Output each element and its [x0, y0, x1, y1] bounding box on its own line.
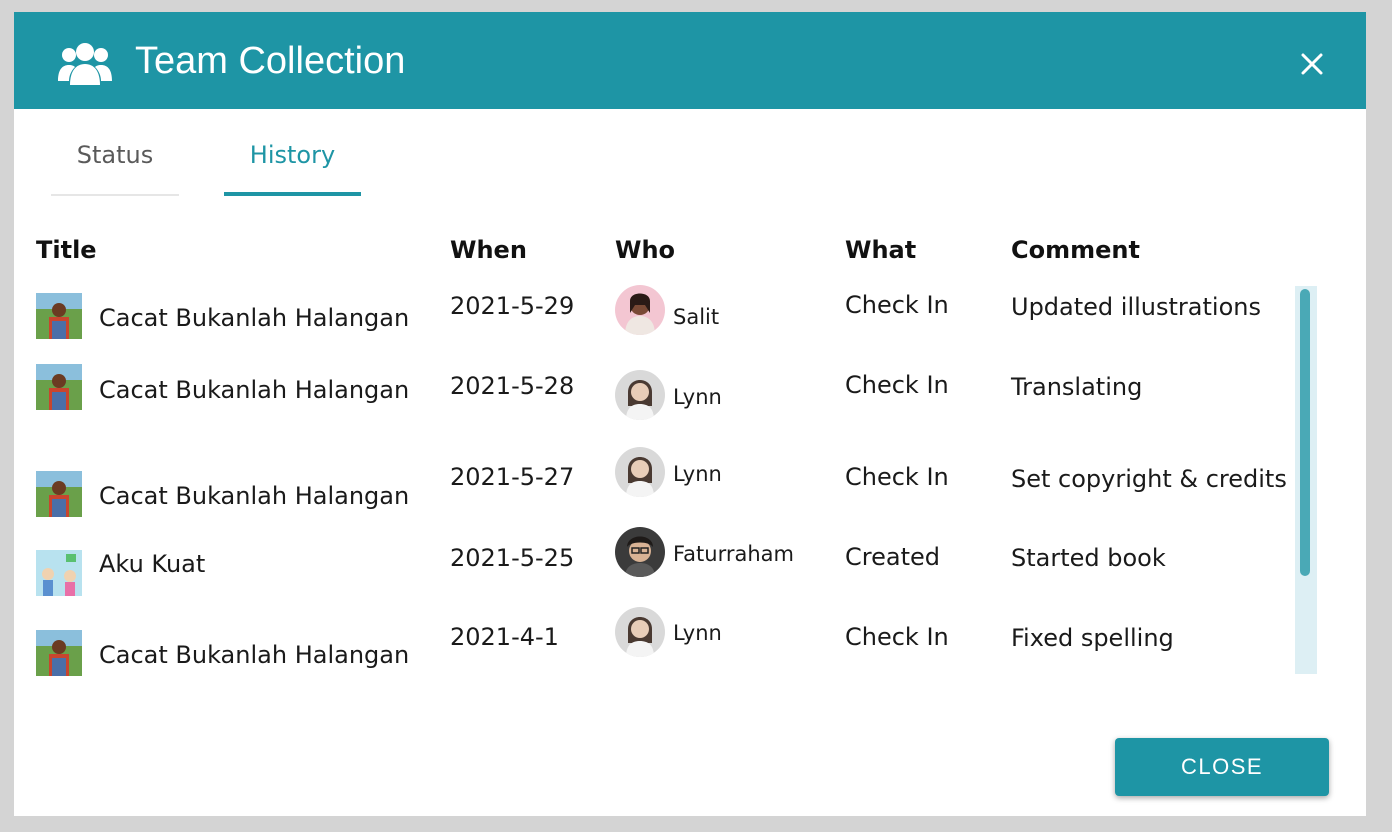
column-header-comment: Comment [1011, 236, 1140, 264]
book-thumbnail [36, 630, 82, 676]
column-header-who: Who [615, 236, 676, 264]
book-thumbnail [36, 550, 82, 596]
column-header-what: What [845, 236, 917, 264]
column-header-title: Title [36, 236, 97, 264]
row-who: Lynn [673, 462, 722, 486]
tab-status[interactable]: Status [51, 132, 179, 196]
avatar [615, 285, 665, 335]
table-row: Cacat Bukanlah Halangan 2021-5-28 Lynn C… [14, 362, 1304, 432]
avatar [615, 370, 665, 420]
row-who: Salit [673, 305, 720, 329]
table-row: Cacat Bukanlah Halangan 2021-5-27 Lynn C… [14, 442, 1304, 517]
row-when: 2021-5-25 [450, 544, 575, 572]
tab-status-label: Status [76, 141, 154, 169]
row-comment: Translating [1011, 373, 1143, 401]
row-title: Cacat Bukanlah Halangan [99, 641, 410, 669]
avatar [615, 447, 665, 497]
row-what: Check In [845, 623, 949, 651]
dialog-title: Team Collection [135, 40, 406, 82]
avatar [615, 527, 665, 577]
row-title: Aku Kuat [99, 550, 206, 578]
row-what: Created [845, 543, 940, 571]
tab-history-label: History [249, 141, 336, 169]
book-thumbnail [36, 364, 82, 410]
row-what: Check In [845, 463, 949, 491]
close-button-label: CLOSE [1180, 754, 1264, 779]
row-who: Lynn [673, 385, 722, 409]
column-header-when: When [450, 236, 527, 264]
row-what: Check In [845, 291, 949, 319]
row-comment: Set copyright & credits [1011, 465, 1287, 493]
row-what: Check In [845, 371, 949, 399]
row-comment: Fixed spelling [1011, 624, 1174, 652]
row-when: 2021-5-28 [450, 372, 575, 400]
row-comment: Started book [1011, 544, 1166, 572]
table-row: Cacat Bukanlah Halangan 2021-4-1 Lynn Ch… [14, 607, 1304, 677]
tab-history[interactable]: History [224, 132, 361, 196]
row-when: 2021-5-27 [450, 463, 575, 491]
team-collection-dialog: Team Collection Status History Title Whe… [14, 12, 1366, 816]
team-icon [58, 43, 112, 85]
book-thumbnail [36, 293, 82, 339]
scrollbar-thumb[interactable] [1300, 289, 1310, 576]
row-title: Cacat Bukanlah Halangan [99, 376, 410, 404]
avatar [615, 607, 665, 657]
table-row: Aku Kuat 2021-5-25 Faturraham Created St… [14, 527, 1304, 597]
row-comment: Updated illustrations [1011, 293, 1261, 321]
row-when: 2021-4-1 [450, 623, 559, 651]
close-button[interactable]: CLOSE [1115, 738, 1329, 796]
dialog-header: Team Collection [14, 12, 1366, 109]
row-when: 2021-5-29 [450, 292, 575, 320]
close-x-icon[interactable] [1296, 48, 1328, 80]
row-title: Cacat Bukanlah Halangan [99, 482, 410, 510]
row-who: Faturraham [673, 542, 794, 566]
table-row: Cacat Bukanlah Halangan 2021-5-29 Salit … [14, 282, 1304, 352]
row-who: Lynn [673, 621, 722, 645]
book-thumbnail [36, 471, 82, 517]
row-title: Cacat Bukanlah Halangan [99, 304, 410, 332]
